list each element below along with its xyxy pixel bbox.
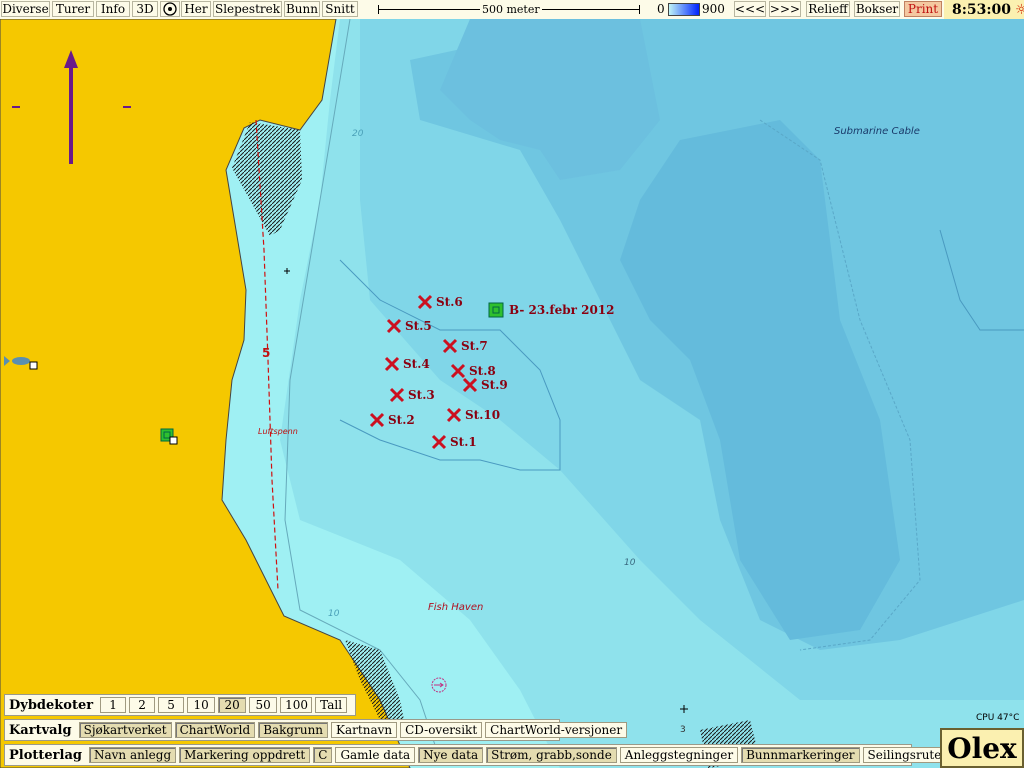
- layer-button[interactable]: Gamle data: [335, 747, 416, 763]
- layer-button[interactable]: Strøm, grabb,sonde: [486, 747, 617, 763]
- depth-option-button[interactable]: 10: [187, 697, 216, 713]
- olex-logo[interactable]: Olex: [940, 728, 1024, 768]
- layer-button[interactable]: Bunnmarkeringer: [741, 747, 860, 763]
- depth-option-button[interactable]: 50: [249, 697, 278, 713]
- map-source-button[interactable]: ChartWorld: [174, 722, 256, 738]
- contour-label-10: 10: [328, 609, 340, 619]
- depth-label-5: 5: [262, 346, 270, 360]
- station-label: St.5: [405, 319, 432, 333]
- station-label: St.6: [436, 295, 463, 309]
- clock: 8:53:00 ☼: [944, 0, 1024, 19]
- marker-label-3: 3: [680, 725, 686, 735]
- station-label: St.1: [450, 435, 477, 449]
- scale-label: 500 meter: [480, 3, 542, 16]
- kartvalg-label: Kartvalg: [9, 722, 72, 738]
- contour-label-10: 10: [624, 558, 636, 568]
- cpu-temperature: CPU 47°C: [976, 713, 1020, 723]
- map-source-button[interactable]: ChartWorld-versjoner: [485, 722, 628, 738]
- station-label: St.7: [461, 339, 488, 353]
- map-source-button[interactable]: Kartnavn: [331, 722, 398, 738]
- buoy-b-label: B- 23.febr 2012: [509, 303, 615, 317]
- depth-min-label: 0: [657, 2, 665, 16]
- depth-max-label: 900: [702, 2, 725, 16]
- depth-option-button[interactable]: 100: [280, 697, 313, 713]
- layer-button[interactable]: Navn anlegg: [88, 747, 177, 763]
- slepestrek-button[interactable]: Slepestrek: [213, 1, 282, 17]
- olex-logo-text: Olex: [947, 731, 1017, 765]
- her-button[interactable]: Her: [181, 1, 211, 17]
- dybdekoter-label: Dybdekoter: [9, 697, 94, 713]
- depth-color-scale: [668, 3, 700, 16]
- station-label: St.10: [465, 408, 500, 422]
- snitt-button[interactable]: Snitt: [322, 1, 358, 17]
- 3d-button[interactable]: 3D: [132, 1, 158, 17]
- luftspenn-label: Luftspenn: [258, 427, 298, 436]
- station-label: St.8: [469, 364, 496, 378]
- bunn-button[interactable]: Bunn: [284, 1, 320, 17]
- kartvalg-panel: Kartvalg Sjøkartverket ChartWorld Bakgru…: [4, 719, 628, 741]
- station-label: St.9: [481, 378, 508, 392]
- station-label: St.3: [408, 388, 435, 402]
- layer-button[interactable]: Anleggstegninger: [619, 747, 739, 763]
- layer-button[interactable]: Nye data: [418, 747, 484, 763]
- contour-label-20: 20: [352, 129, 364, 139]
- layer-button[interactable]: C: [313, 747, 333, 763]
- map-source-button[interactable]: Sjøkartverket: [78, 722, 172, 738]
- station-label: St.2: [388, 413, 415, 427]
- layer-button[interactable]: Markering oppdrett: [179, 747, 311, 763]
- previous-button[interactable]: <<<: [734, 1, 766, 17]
- target-icon[interactable]: [160, 1, 180, 17]
- bokser-button[interactable]: Bokser: [854, 1, 900, 17]
- depth-option-button[interactable]: 2: [129, 697, 156, 713]
- station-label: St.4: [403, 357, 430, 371]
- map-source-button[interactable]: CD-oversikt: [400, 722, 483, 738]
- plotterlag-label: Plotterlag: [9, 747, 82, 763]
- fish-haven-label: Fish Haven: [428, 602, 483, 613]
- depth-option-button[interactable]: 5: [158, 697, 185, 713]
- clock-time: 8:53:00: [952, 1, 1012, 18]
- depth-option-button[interactable]: 1: [100, 697, 127, 713]
- submarine-cable-label: Submarine Cable: [834, 126, 920, 137]
- next-button[interactable]: >>>: [769, 1, 801, 17]
- turer-button[interactable]: Turer: [52, 1, 94, 17]
- sun-icon: ☼: [1015, 1, 1024, 18]
- plotterlag-panel: Plotterlag Navn anlegg Markering oppdret…: [4, 744, 993, 766]
- dybdekoter-panel: Dybdekoter 1 2 5 10 20 50 100 Tall: [4, 694, 356, 716]
- diverse-button[interactable]: Diverse: [1, 1, 50, 17]
- depth-option-button[interactable]: Tall: [315, 697, 348, 713]
- info-button[interactable]: Info: [96, 1, 130, 17]
- depth-option-button-selected[interactable]: 20: [218, 697, 247, 713]
- chart-map[interactable]: B- 23.febr 2012 St.6 St.5 St.7 St.4 St.8St.9…: [0, 19, 1024, 768]
- print-button[interactable]: Print: [904, 1, 942, 17]
- buoy-b-icon[interactable]: [488, 302, 504, 318]
- top-toolbar: Diverse Turer Info 3D Her Slepestrek Bun…: [0, 0, 1024, 20]
- map-source-button[interactable]: Bakgrunn: [258, 722, 329, 738]
- relieff-button[interactable]: Relieff: [806, 1, 850, 17]
